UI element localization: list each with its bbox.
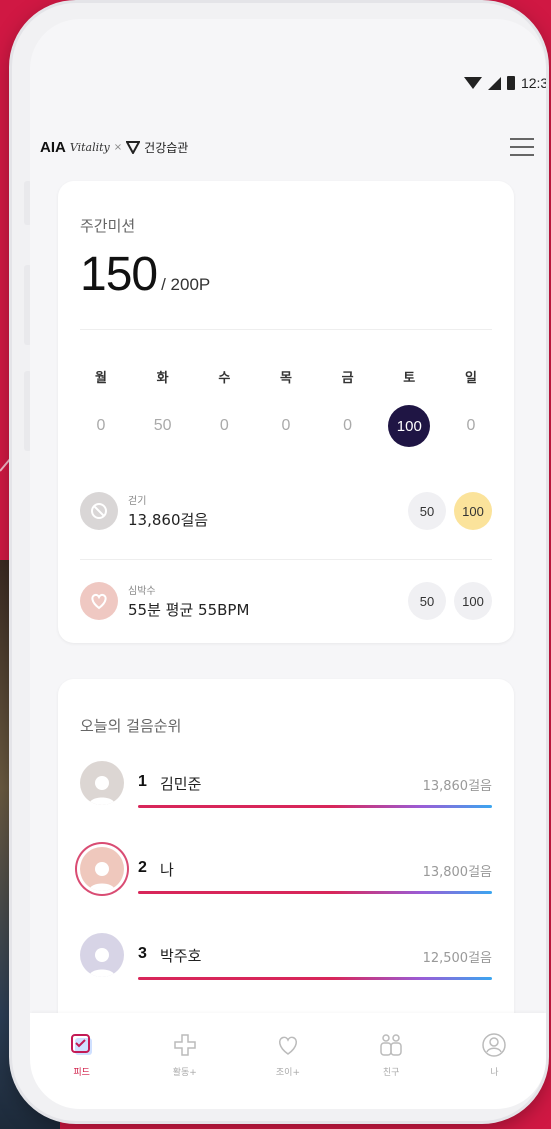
day-label: 목 [279,371,292,386]
mission-points: 150 / 200P [80,247,210,302]
partner-logo-icon [126,141,141,154]
rank-name: 나 [160,861,174,879]
mission-title: 주간미션 [80,217,136,235]
rank-steps: 12,500걸음 [422,951,492,966]
walk-icon [80,492,118,530]
status-bar: 12:30 [463,71,546,95]
battery-icon [506,76,515,90]
nav-label: 활동+ [172,1068,197,1078]
status-time: 12:30 [520,75,546,91]
day-value-selected[interactable]: 100 [388,405,431,447]
walk-chip-100: 100 [454,492,492,530]
step-ranking-card: 오늘의 걸음순위 1 김민준 13,860걸음 2 나 13,800걸음 3 박… [58,679,514,1039]
ranking-row[interactable]: 3 박주호 12,500걸음 [80,931,492,995]
rank-progress-bar [138,805,492,808]
bottom-navigation: 피드 활동+ 조이+ 친구 나 [30,1013,546,1109]
points-value: 150 [80,248,158,301]
brand-logo: AIA Vitality × 건강습관 [40,139,188,156]
brand-aia: AIA [40,138,66,156]
heart-icon [274,1031,302,1059]
nav-friends[interactable]: 친구 [356,1031,426,1078]
nav-me[interactable]: 나 [459,1031,529,1078]
rank-number: 2 [138,859,147,876]
day-value[interactable]: 0 [80,405,122,447]
day-value[interactable]: 0 [203,405,245,447]
day-label: 금 [341,371,354,386]
rank-steps: 13,800걸음 [422,865,492,880]
nav-label: 나 [490,1068,499,1078]
day-label: 일 [464,371,477,386]
divider [80,329,492,330]
wifi-icon [463,77,482,89]
ranking-row[interactable]: 1 김민준 13,860걸음 [80,759,492,823]
heart-chip-50: 50 [408,582,446,620]
day-value[interactable]: 0 [265,405,307,447]
rank-number: 1 [138,773,147,790]
heart-value: 55분 평균 55BPM [128,601,250,619]
ranking-row-me[interactable]: 2 나 13,800걸음 [80,845,492,909]
day-label: 화 [156,371,169,386]
walk-value: 13,860걸음 [128,511,209,529]
brand-x: × [113,141,123,153]
points-goal: / 200P [161,275,211,294]
brand-partner: 건강습관 [144,140,189,155]
heart-label: 심박수 [128,586,156,597]
rank-steps: 13,860걸음 [422,779,492,794]
rank-number: 3 [138,945,147,962]
divider [80,559,492,560]
nav-activity[interactable]: 활동+ [150,1031,220,1078]
avatar [80,933,124,977]
profile-icon [480,1031,508,1059]
weekly-mission-card: 주간미션 150 / 200P 월 화 수 목 금 토 일 0 50 0 0 0 [58,181,514,643]
day-label: 토 [403,371,416,386]
feed-icon [68,1031,96,1059]
day-value[interactable]: 0 [327,405,369,447]
ranking-title: 오늘의 걸음순위 [80,717,182,735]
rank-progress-bar [138,977,492,980]
brand-vitality: Vitality [69,140,110,154]
walk-label: 걷기 [128,496,147,507]
day-value[interactable]: 50 [142,405,184,447]
walk-mission-row[interactable]: 걷기 13,860걸음 50 100 [80,481,492,541]
weekday-labels: 월 화 수 목 금 토 일 [80,367,492,386]
heart-chip-100: 100 [454,582,492,620]
app-screen: 12:30 AIA Vitality × 건강습관 주간미션 150 / 200… [30,19,546,1109]
weekday-values: 0 50 0 0 0 100 0 [80,405,492,447]
day-value[interactable]: 0 [450,405,492,447]
menu-icon [510,138,534,140]
nav-feed[interactable]: 피드 [47,1031,117,1078]
rank-name: 김민준 [160,775,202,793]
menu-button[interactable] [510,138,534,156]
heart-mission-row[interactable]: 심박수 55분 평균 55BPM 50 100 [80,571,492,631]
heart-rate-icon [80,582,118,620]
rank-progress-bar [138,891,492,894]
phone-frame: 12:30 AIA Vitality × 건강습관 주간미션 150 / 200… [12,3,546,1121]
app-header: AIA Vitality × 건강습관 [40,129,536,165]
nav-joy[interactable]: 조이+ [253,1031,323,1078]
day-label: 월 [95,371,107,386]
nav-label: 조이+ [275,1068,301,1078]
rank-name: 박주호 [160,947,202,965]
activity-plus-icon [171,1031,199,1059]
day-label: 수 [218,371,231,386]
nav-label: 피드 [73,1068,90,1078]
friends-icon [377,1031,405,1059]
walk-chip-50: 50 [408,492,446,530]
avatar [80,761,124,805]
nav-label: 친구 [382,1068,400,1078]
avatar-me [80,847,124,891]
signal-icon [487,76,501,90]
